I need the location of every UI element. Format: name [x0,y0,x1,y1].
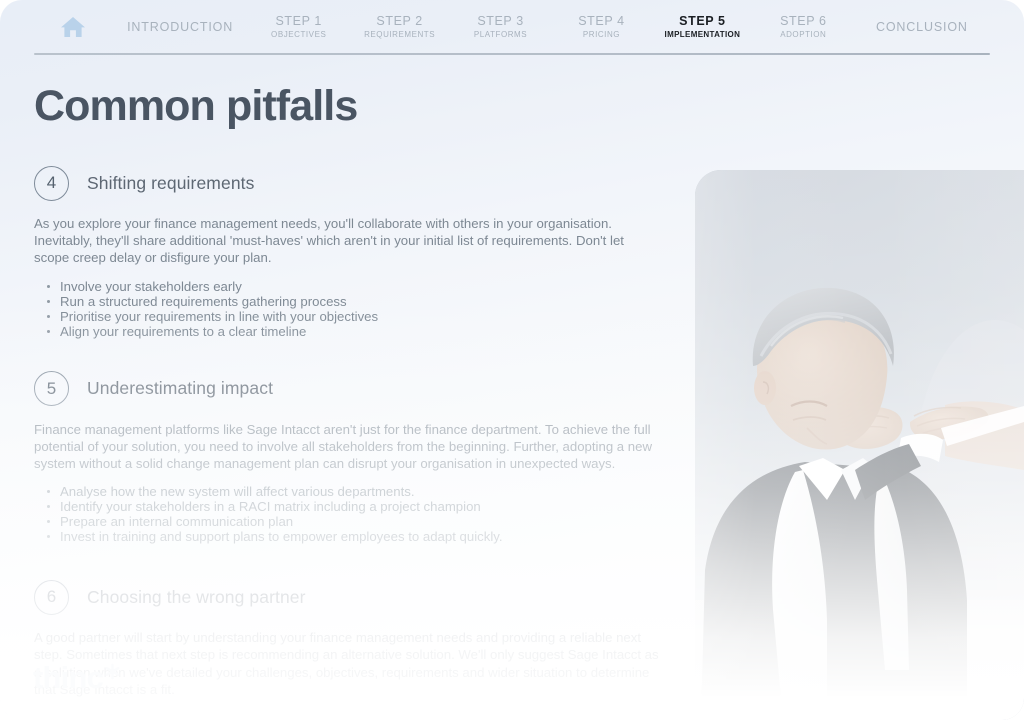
section-header: 5 Underestimating impact [34,366,674,412]
section-header: 6 Choosing the wrong partner [34,574,674,620]
nav-item-label: INTRODUCTION [127,20,234,34]
section-title: Choosing the wrong partner [87,586,306,607]
nav-item-step-6[interactable]: STEP 6 ADOPTION [753,14,854,40]
pitfall-section-4: 4 Shifting requirements As you explore y… [34,160,674,339]
content-column: 4 Shifting requirements As you explore y… [34,160,674,698]
list-item: Involve your stakeholders early [47,279,674,294]
section-bullet-list: Involve your stakeholders early Run a st… [34,279,674,339]
nav-item-label: STEP 3 [477,14,524,29]
page-title: Common pitfalls [34,82,358,130]
nav-item-label: STEP 2 [376,14,423,29]
logo-wordmark: thinc [33,660,104,695]
nav-item-step-5[interactable]: STEP 5 IMPLEMENTATION [652,14,753,40]
nav-item-conclusion[interactable]: CONCLUSION [854,20,990,34]
list-item: Run a structured requirements gathering … [47,294,674,309]
section-title: Shifting requirements [87,172,255,193]
section-bullet-list: Analyse how the new system will affect v… [34,484,674,544]
nav-item-step-4[interactable]: STEP 4 PRICING [551,14,652,40]
nav-item-sublabel: IMPLEMENTATION [664,30,741,40]
nav-item-sublabel: OBJECTIVES [271,30,327,40]
section-body: Finance management platforms like Sage I… [34,421,653,472]
section-number-badge: 5 [34,371,69,407]
home-icon [61,17,85,37]
home-button[interactable] [34,15,112,39]
nav-item-introduction[interactable]: INTRODUCTION [112,20,248,34]
top-navigation: INTRODUCTION STEP 1 OBJECTIVES STEP 2 RE… [0,0,1024,60]
list-item: Identify your stakeholders in a RACI mat… [47,499,674,514]
frustrated-businessman-photo [695,170,1024,720]
nav-item-label: STEP 6 [780,14,827,29]
nav-item-sublabel: ADOPTION [780,30,827,40]
pitfall-section-6: 6 Choosing the wrong partner A good part… [34,574,674,698]
nav-item-step-3[interactable]: STEP 3 PLATFORMS [450,14,551,40]
list-item: Invest in training and support plans to … [47,529,674,544]
section-title: Underestimating impact [87,378,274,399]
thinc-logo: thinc [33,662,121,693]
section-body: As you explore your finance management n… [34,216,624,266]
nav-items-container: INTRODUCTION STEP 1 OBJECTIVES STEP 2 RE… [34,0,990,54]
nav-item-step-2[interactable]: STEP 2 REQUIREMENTS [349,14,450,40]
list-item: Analyse how the new system will affect v… [47,484,674,499]
section-body: A good partner will start by understandi… [34,630,659,697]
nav-item-sublabel: REQUIREMENTS [364,30,436,40]
asterisk-icon [105,663,120,680]
section-header: 4 Shifting requirements [34,160,674,206]
photo-edge-overlay [695,170,1024,720]
pitfall-section-5: 5 Underestimating impact Finance managem… [34,366,674,544]
section-number-badge: 4 [34,165,69,201]
nav-item-label: STEP 1 [275,14,322,29]
section-number-badge: 6 [34,579,69,615]
nav-item-sublabel: PLATFORMS [473,30,528,40]
nav-item-label: STEP 4 [578,14,625,29]
nav-item-step-1[interactable]: STEP 1 OBJECTIVES [248,14,349,40]
nav-item-label: CONCLUSION [875,20,968,34]
list-item: Prepare an internal communication plan [47,514,674,529]
nav-divider [34,53,990,55]
nav-item-sublabel: PRICING [582,30,621,40]
list-item: Prioritise your requirements in line wit… [47,309,674,324]
slide-root: INTRODUCTION STEP 1 OBJECTIVES STEP 2 RE… [0,0,1024,720]
nav-item-label: STEP 5 [679,14,726,29]
list-item: Align your requirements to a clear timel… [47,324,674,339]
